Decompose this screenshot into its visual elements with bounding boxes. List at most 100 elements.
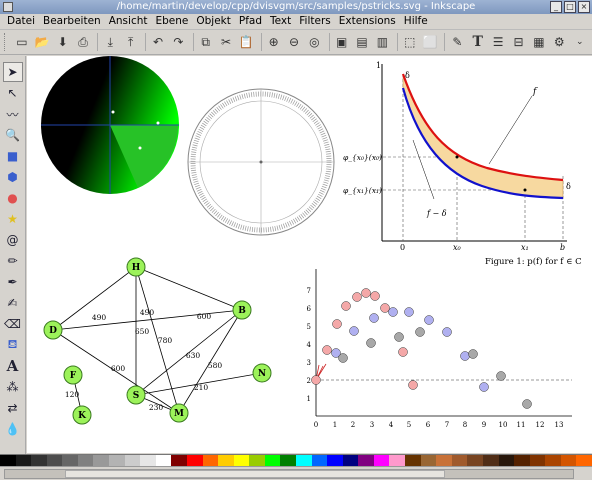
spiral-tool-icon[interactable]: @ — [3, 230, 23, 250]
scatter-point — [311, 375, 321, 385]
pen-tool-icon[interactable]: ✒ — [3, 272, 23, 292]
close-icon[interactable]: × — [578, 1, 590, 13]
ellipse-tool-icon[interactable]: ● — [3, 188, 23, 208]
scatter-point — [394, 332, 404, 342]
scrollbar-thumb[interactable] — [65, 470, 445, 478]
app-icon — [3, 2, 13, 12]
window-titlebar: /home/martin/develop/cpp/dvisvgm/src/sam… — [0, 0, 592, 14]
node-tool-icon[interactable]: ↖ — [3, 83, 23, 103]
y-tick: 1 — [307, 395, 311, 403]
zoom-selection-icon[interactable]: ⊕ — [265, 33, 281, 51]
menu-hilfe[interactable]: Hilfe — [401, 14, 431, 29]
x-tick: 6 — [426, 421, 431, 429]
scatter-point — [352, 292, 362, 302]
status-bar — [0, 466, 592, 480]
menu-ebene[interactable]: Ebene — [153, 14, 192, 29]
align-icon[interactable]: ⊟ — [510, 33, 526, 51]
scatter-plot-figure[interactable]: 0 1 2 3 4 5 6 7 8 9 10 11 12 13 1 2 3 4 … — [307, 269, 572, 429]
y-tick: 7 — [307, 287, 311, 295]
drawing: 1 δ δ f f − δ φ_{x₀}(x₀) φ_{x₁}(x₁) 0 x₀… — [41, 56, 582, 429]
edge-label: 650 — [135, 327, 150, 336]
scatter-point — [415, 327, 425, 337]
export-icon[interactable]: ⤒ — [123, 33, 139, 51]
rectangle-tool-icon[interactable]: ■ — [3, 146, 23, 166]
protractor-figure[interactable] — [187, 88, 335, 236]
scatter-point — [369, 313, 379, 323]
scatter-point — [479, 382, 489, 392]
menu-pfad[interactable]: Pfad — [236, 14, 265, 29]
open-icon[interactable]: 📂 — [34, 33, 50, 51]
x-tick: 3 — [370, 421, 374, 429]
undo-icon[interactable]: ↶ — [150, 33, 166, 51]
3d-box-tool-icon[interactable]: ⬢ — [3, 167, 23, 187]
toolbar-overflow-icon[interactable]: ⌄ — [572, 33, 588, 51]
menu-ansicht[interactable]: Ansicht — [106, 14, 151, 29]
graph-y-label: φ_{x₁}(x₁) — [343, 186, 382, 195]
xml-editor-icon[interactable]: ▦ — [531, 33, 547, 51]
menu-extensions[interactable]: Extensions — [336, 14, 399, 29]
zoom-tool-icon[interactable]: 🔍 — [3, 125, 23, 145]
eraser-tool-icon[interactable]: ⌫ — [3, 314, 23, 334]
text-icon[interactable]: T — [470, 33, 486, 51]
pencil-tool-icon[interactable]: ✏ — [3, 251, 23, 271]
graph-delta-label: δ — [405, 71, 410, 80]
menu-filters[interactable]: Filters — [296, 14, 333, 29]
minimize-icon[interactable]: _ — [550, 1, 562, 13]
preferences-icon[interactable]: ⚙ — [551, 33, 567, 51]
paste-icon[interactable]: 📋 — [238, 33, 254, 51]
print-icon[interactable]: ⎙ — [75, 33, 91, 51]
maximize-icon[interactable]: □ — [564, 1, 576, 13]
group-icon[interactable]: ⬚ — [402, 33, 418, 51]
x-tick: 9 — [482, 421, 486, 429]
clone-icon[interactable]: ▤ — [354, 33, 370, 51]
zoom-page-icon[interactable]: ◎ — [306, 33, 322, 51]
dropper-tool-icon[interactable]: 💧 — [3, 419, 23, 439]
graph-f-minus-delta-label: f − δ — [426, 209, 447, 218]
scatter-point — [398, 347, 408, 357]
menu-bearbeiten[interactable]: Bearbeiten — [40, 14, 104, 29]
edge-label: 600 — [111, 364, 126, 373]
scatter-point — [468, 349, 478, 359]
copy-icon[interactable]: ⧉ — [197, 33, 213, 51]
layers-icon[interactable]: ☰ — [490, 33, 506, 51]
scatter-point — [322, 345, 332, 355]
cut-icon[interactable]: ✂ — [218, 33, 234, 51]
menu-text[interactable]: Text — [267, 14, 294, 29]
y-tick: 2 — [307, 377, 311, 385]
menu-objekt[interactable]: Objekt — [193, 14, 234, 29]
import-icon[interactable]: ⤓ — [102, 33, 118, 51]
function-graph-figure[interactable]: 1 δ δ f f − δ φ_{x₀}(x₀) φ_{x₁}(x₁) 0 x₀… — [343, 61, 582, 267]
node-label: N — [258, 369, 266, 379]
scatter-point — [332, 319, 342, 329]
node-label: B — [238, 306, 246, 316]
scatter-point — [380, 303, 390, 313]
horizontal-scrollbar[interactable] — [4, 469, 574, 479]
fill-stroke-icon[interactable]: ✎ — [449, 33, 465, 51]
spray-tool-icon[interactable]: ⁂ — [3, 377, 23, 397]
paint-bucket-tool-icon[interactable]: ⛾ — [3, 335, 23, 355]
drawing-canvas[interactable]: 1 δ δ f f − δ φ_{x₀}(x₀) φ_{x₁}(x₁) 0 x₀… — [27, 56, 592, 453]
ungroup-icon[interactable]: ⬜ — [422, 33, 438, 51]
graph-point — [455, 155, 459, 159]
new-document-icon[interactable]: ▭ — [14, 33, 30, 51]
scatter-point — [370, 291, 380, 301]
zoom-drawing-icon[interactable]: ⊖ — [286, 33, 302, 51]
redo-icon[interactable]: ↷ — [170, 33, 186, 51]
text-tool-icon[interactable]: A — [3, 356, 23, 376]
gradient-pie-figure[interactable] — [41, 56, 179, 194]
duplicate-icon[interactable]: ▣ — [334, 33, 350, 51]
selector-tool-icon[interactable]: ➤ — [2, 62, 23, 82]
star-tool-icon[interactable]: ★ — [3, 209, 23, 229]
connector-tool-icon[interactable]: ⇄ — [3, 398, 23, 418]
scatter-point — [442, 327, 452, 337]
menu-bar: Datei Bearbeiten Ansicht Ebene Objekt Pf… — [0, 14, 592, 30]
save-icon[interactable]: ⬇ — [54, 33, 70, 51]
edge-label: 490 — [140, 308, 155, 317]
tweak-tool-icon[interactable]: 〰 — [3, 104, 23, 124]
x-tick: 13 — [555, 421, 564, 429]
scatter-point — [341, 301, 351, 311]
calligraphy-tool-icon[interactable]: ✍ — [3, 293, 23, 313]
menu-datei[interactable]: Datei — [4, 14, 38, 29]
unlink-clone-icon[interactable]: ▥ — [374, 33, 390, 51]
pie-point — [156, 121, 160, 125]
